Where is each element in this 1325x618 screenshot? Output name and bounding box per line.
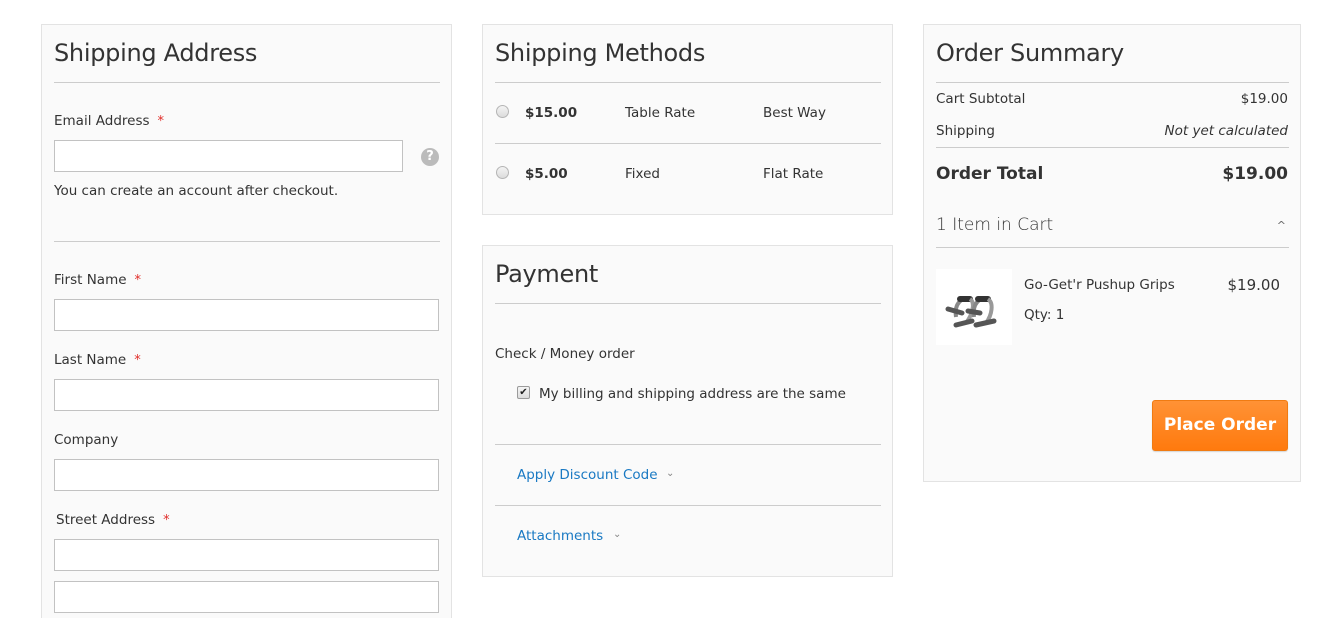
- same-address-checkbox[interactable]: ✔: [517, 386, 530, 399]
- method-price: $15.00: [525, 105, 578, 121]
- method-price: $5.00: [525, 166, 568, 182]
- product-name: Go-Get'r Pushup Grips: [1024, 277, 1175, 293]
- divider: [495, 143, 881, 144]
- required-marker: *: [157, 114, 165, 129]
- subtotal-label: Cart Subtotal: [936, 91, 1026, 107]
- order-summary-panel: Order Summary Cart Subtotal $19.00 Shipp…: [923, 24, 1301, 482]
- divider: [495, 82, 881, 83]
- product-image[interactable]: [936, 269, 1012, 345]
- divider: [495, 444, 881, 445]
- divider: [936, 82, 1289, 83]
- payment-method-label[interactable]: Check / Money order: [495, 346, 635, 362]
- company-label: Company: [54, 432, 119, 448]
- divider: [495, 303, 881, 304]
- shipping-method-radio[interactable]: [496, 166, 509, 179]
- shipping-method-radio[interactable]: [496, 105, 509, 118]
- shipping-methods-title: Shipping Methods: [495, 39, 706, 67]
- method-name: Table Rate: [625, 105, 696, 121]
- apply-discount-code-link[interactable]: Apply Discount Code: [517, 467, 658, 483]
- divider: [54, 82, 440, 83]
- attachments-link[interactable]: Attachments: [517, 528, 603, 544]
- street-line1-field[interactable]: [54, 539, 439, 571]
- street-line2-field[interactable]: [54, 581, 439, 613]
- email-note: You can create an account after checkout…: [54, 183, 339, 199]
- order-total-value: $19.00: [1222, 164, 1288, 184]
- divider: [936, 247, 1289, 248]
- divider: [495, 505, 881, 506]
- shipping-label: Shipping: [936, 123, 995, 139]
- chevron-down-icon[interactable]: ⌄: [666, 468, 674, 479]
- last-name-field[interactable]: [54, 379, 439, 411]
- method-name: Fixed: [625, 166, 660, 182]
- first-name-field[interactable]: [54, 299, 439, 331]
- required-marker: *: [163, 513, 170, 528]
- email-label: Email Address *: [54, 113, 165, 129]
- items-in-cart-toggle[interactable]: 1 Item in Cart: [936, 215, 1053, 235]
- shipping-address-panel: Shipping Address Email Address * ? You ca…: [41, 24, 452, 618]
- pushup-grips-icon: [945, 296, 997, 328]
- same-address-label[interactable]: My billing and shipping address are the …: [539, 386, 846, 402]
- shipping-value: Not yet calculated: [1164, 123, 1288, 139]
- last-name-label: Last Name *: [54, 352, 141, 368]
- place-order-button[interactable]: Place Order: [1152, 400, 1288, 451]
- divider: [936, 147, 1289, 148]
- order-summary-title: Order Summary: [936, 39, 1124, 67]
- subtotal-value: $19.00: [1240, 91, 1288, 107]
- required-marker: *: [134, 353, 141, 368]
- product-qty: Qty: 1: [1024, 307, 1065, 323]
- chevron-up-icon[interactable]: ^: [1277, 219, 1286, 232]
- divider: [54, 241, 440, 242]
- order-total-label: Order Total: [936, 164, 1044, 184]
- shipping-address-title: Shipping Address: [54, 39, 258, 67]
- street-address-label: Street Address *: [56, 512, 170, 528]
- carrier-name: Flat Rate: [763, 166, 824, 182]
- required-marker: *: [134, 273, 142, 288]
- first-name-label: First Name *: [54, 272, 142, 288]
- help-icon[interactable]: ?: [421, 148, 439, 166]
- shipping-methods-panel: Shipping Methods $15.00 Table Rate Best …: [482, 24, 893, 215]
- email-field[interactable]: [54, 140, 403, 172]
- company-field[interactable]: [54, 459, 439, 491]
- carrier-name: Best Way: [763, 105, 826, 121]
- product-price: $19.00: [1227, 276, 1281, 294]
- payment-title: Payment: [495, 260, 598, 288]
- payment-panel: Payment Check / Money order ✔ My billing…: [482, 245, 893, 577]
- chevron-down-icon[interactable]: ⌄: [613, 529, 621, 540]
